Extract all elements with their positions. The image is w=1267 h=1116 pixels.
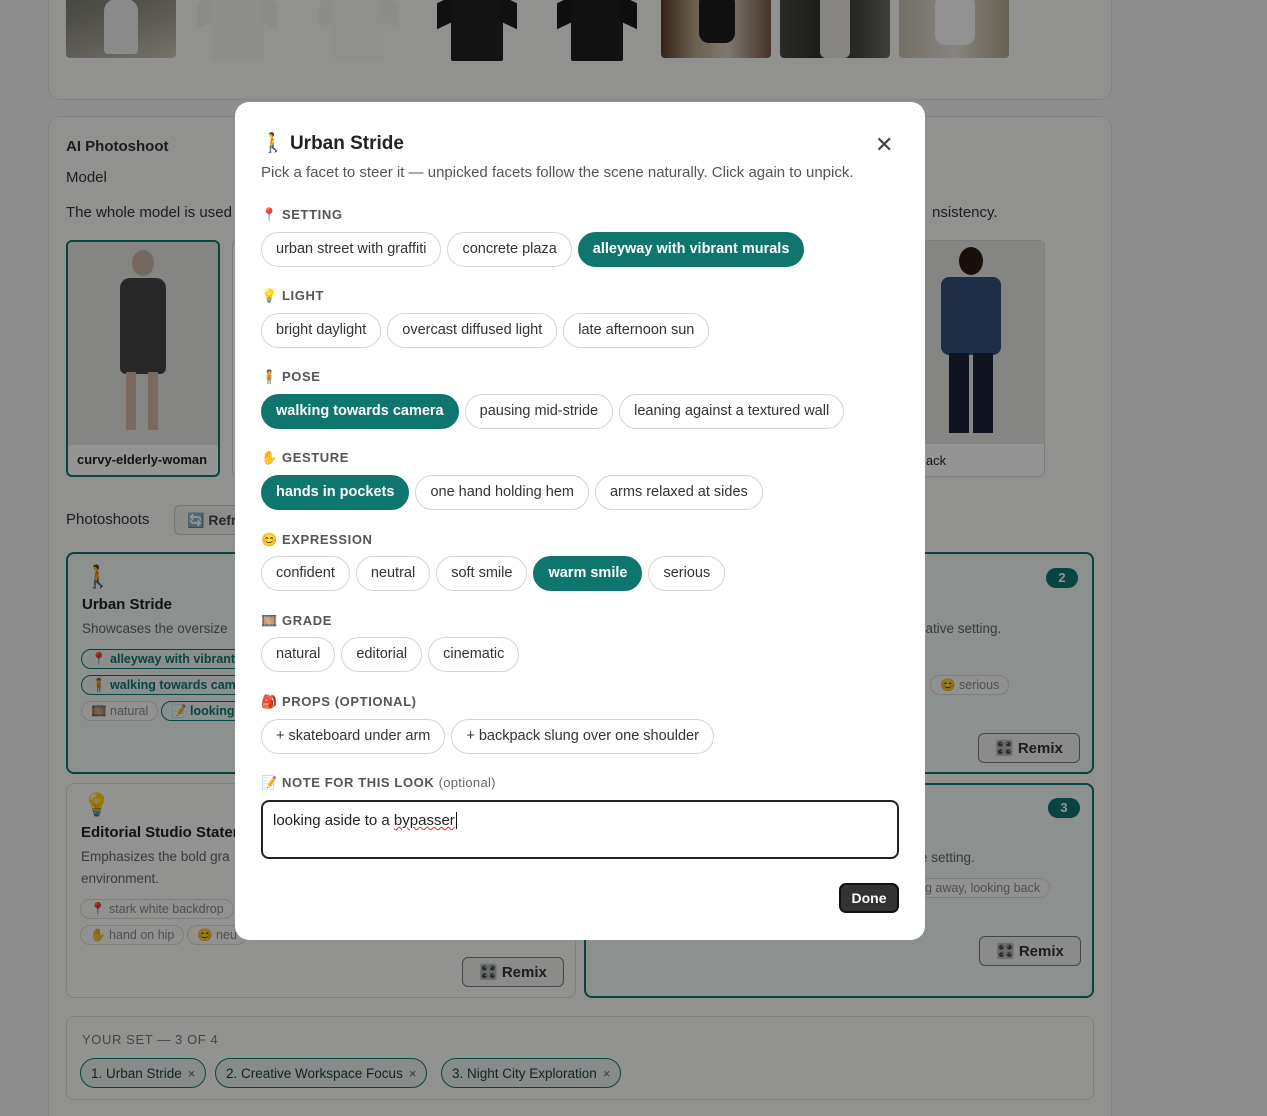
pin-icon: 📍 [261,207,278,222]
facet-chip[interactable]: + skateboard under arm [261,719,446,754]
gesture-options: hands in pockets one hand holding hem ar… [261,475,763,510]
hand-icon: ✋ [261,450,278,465]
facet-chip[interactable]: overcast diffused light [387,313,558,348]
done-button[interactable]: Done [839,883,899,913]
modal-subtitle: Pick a facet to steer it — unpicked face… [261,164,854,181]
grade-options: natural editorial cinematic [261,637,520,672]
facet-chip[interactable]: cinematic [428,637,520,672]
optional-hint: (optional) [438,775,496,790]
facet-chip[interactable]: urban street with graffiti [261,232,442,267]
facet-chip[interactable]: soft smile [436,556,528,591]
facet-chip[interactable]: natural [261,637,336,672]
section-label-pose: 🧍 POSE [261,369,321,384]
section-label-grade: 🎞️ GRADE [261,613,332,628]
walking-person-icon: 🚶 [261,133,285,154]
light-options: bright daylight overcast diffused light … [261,313,710,348]
facet-picker-modal: 🚶 Urban Stride ✕ Pick a facet to steer i… [235,102,925,940]
note-textarea[interactable] [261,800,899,859]
facet-chip-selected[interactable]: alleyway with vibrant murals [577,232,805,267]
facet-chip[interactable]: pausing mid-stride [464,394,614,429]
facet-chip[interactable]: arms relaxed at sides [594,475,763,510]
section-label-gesture: ✋ GESTURE [261,450,350,465]
lightbulb-icon: 💡 [261,288,278,303]
facet-chip[interactable]: neutral [355,556,431,591]
facet-chip[interactable]: serious [648,556,726,591]
facet-chip-selected[interactable]: hands in pockets [261,475,410,510]
backpack-icon: 🎒 [261,694,278,709]
facet-chip[interactable]: + backpack slung over one shoulder [451,719,714,754]
section-label-setting: 📍 SETTING [261,207,343,222]
memo-icon: 📝 [261,775,278,790]
section-label-expression: 😊 EXPRESSION [261,532,373,547]
pose-options: walking towards camera pausing mid-strid… [261,394,845,429]
facet-chip[interactable]: bright daylight [261,313,382,348]
facet-chip-selected[interactable]: warm smile [533,556,643,591]
facet-chip[interactable]: editorial [341,637,423,672]
expression-options: confident neutral soft smile warm smile … [261,556,726,591]
modal-title: 🚶 Urban Stride [261,131,404,155]
smile-icon: 😊 [261,532,278,547]
standing-person-icon: 🧍 [261,369,278,384]
facet-chip-selected[interactable]: walking towards camera [261,394,459,429]
facet-chip[interactable]: late afternoon sun [563,313,710,348]
facet-chip[interactable]: leaning against a textured wall [619,394,845,429]
facet-chip[interactable]: confident [261,556,350,591]
props-options: + skateboard under arm + backpack slung … [261,719,714,754]
setting-options: urban street with graffiti concrete plaz… [261,232,805,267]
close-icon[interactable]: ✕ [875,132,893,158]
section-label-note: 📝 NOTE FOR THIS LOOK (optional) [261,775,496,790]
facet-chip[interactable]: concrete plaza [447,232,572,267]
facet-chip[interactable]: one hand holding hem [415,475,589,510]
section-label-props: 🎒 PROPS (OPTIONAL) [261,694,417,709]
modal-title-text: Urban Stride [289,133,404,154]
film-icon: 🎞️ [261,613,278,628]
section-label-light: 💡 LIGHT [261,288,325,303]
